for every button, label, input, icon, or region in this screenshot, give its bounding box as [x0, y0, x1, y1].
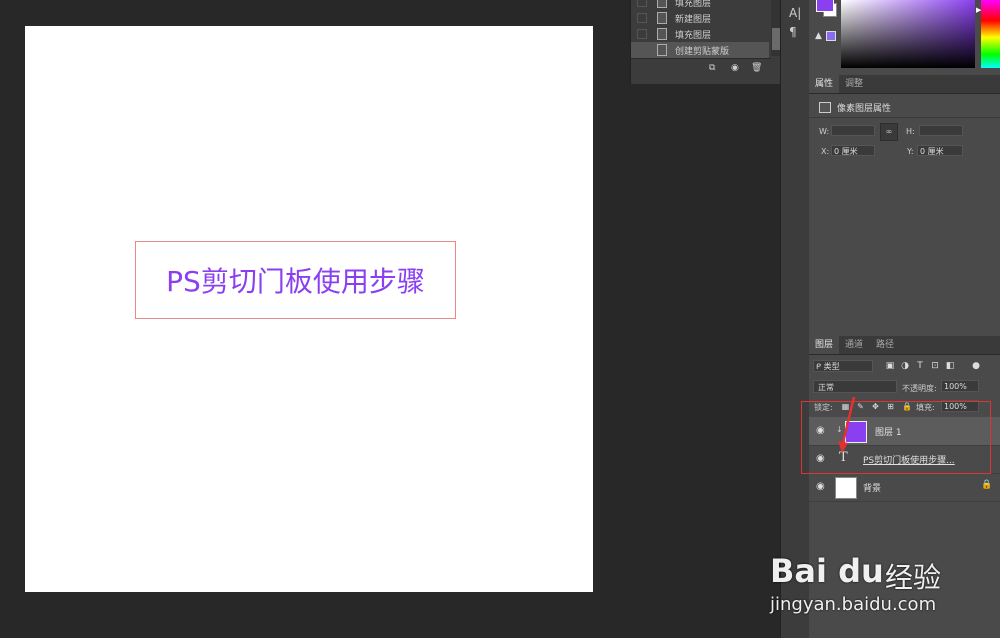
color-picker-field[interactable]	[841, 0, 975, 68]
gamut-warning-icon: ▲	[815, 31, 822, 41]
scroll-thumb[interactable]	[772, 28, 780, 50]
history-item-label: 创建剪贴蒙版	[675, 46, 730, 57]
shape-filter-icon[interactable]: ⊡	[930, 361, 940, 371]
lock-icon: 🔒	[981, 480, 993, 490]
link-icon[interactable]: ∞	[880, 123, 898, 141]
gamut-color-swatch[interactable]	[826, 31, 836, 41]
x-field[interactable]: 0 厘米	[831, 145, 875, 156]
history-checkbox[interactable]	[637, 45, 647, 55]
history-item[interactable]: 填充图层	[631, 26, 769, 42]
tab-adjustments[interactable]: 调整	[839, 75, 869, 93]
hue-slider[interactable]	[981, 0, 1000, 68]
history-item-label: 填充图层	[675, 30, 712, 41]
x-label: X:	[821, 147, 830, 156]
height-field[interactable]	[919, 125, 963, 136]
history-item[interactable]: 填充图层	[631, 0, 769, 10]
baidu-jingyan-text: 经验	[885, 561, 942, 594]
history-toolbar: ⧉ ◉ 🗑	[631, 58, 771, 77]
history-item-label: 新建图层	[675, 14, 712, 25]
pixel-filter-icon[interactable]: ▣	[885, 361, 895, 371]
opacity-field[interactable]: 100%	[941, 380, 979, 392]
smart-object-filter-icon[interactable]: ◧	[945, 361, 955, 371]
text-layer-content: PS剪切门板使用步骤	[166, 265, 425, 298]
blend-mode-select[interactable]: 正常	[813, 380, 897, 393]
height-label: H:	[906, 127, 915, 136]
tab-paths[interactable]: 路径	[870, 336, 900, 354]
tab-properties[interactable]: 属性	[809, 75, 840, 93]
document-icon	[657, 28, 667, 40]
history-checkbox[interactable]	[637, 0, 647, 7]
camera-icon[interactable]: ◉	[731, 63, 741, 73]
properties-tabbar: 属性 调整	[809, 75, 1000, 94]
filter-toggle-icon[interactable]: ●	[971, 361, 981, 371]
hue-marker-icon: ▶	[976, 6, 982, 14]
document-icon	[657, 0, 667, 8]
divider	[809, 117, 1000, 118]
right-panel: ▲ ▶ 属性 调整 像素图层属性 W: ∞ H: X: 0 厘米 Y: 0 厘米…	[809, 0, 1000, 638]
type-filter-icon[interactable]: T	[915, 361, 925, 371]
history-item-active[interactable]: 创建剪贴蒙版	[631, 42, 769, 58]
history-item[interactable]: 新建图层	[631, 10, 769, 26]
trash-icon[interactable]: 🗑	[751, 63, 762, 73]
layer-row-background[interactable]: ◉ 背景 🔒	[809, 473, 1000, 502]
baidu-url: jingyan.baidu.com	[770, 594, 937, 615]
text-layer-box[interactable]: PS剪切门板使用步骤	[135, 241, 456, 319]
width-field[interactable]	[831, 125, 875, 136]
document-icon	[657, 44, 667, 56]
annotation-arrow-icon	[838, 396, 856, 453]
pixel-layer-icon	[819, 102, 831, 113]
document-canvas[interactable]: PS剪切门板使用步骤	[25, 26, 593, 592]
visibility-eye-icon[interactable]: ◉	[816, 481, 825, 492]
width-label: W:	[819, 127, 830, 136]
paragraph-panel-icon[interactable]: ¶	[789, 25, 797, 39]
new-document-from-state-icon[interactable]: ⧉	[709, 63, 719, 73]
history-checkbox[interactable]	[637, 29, 647, 39]
color-panel: ▲ ▶	[809, 0, 1000, 74]
layer-filter-select[interactable]: ᑭ 类型	[813, 360, 873, 372]
document-icon	[657, 12, 667, 24]
y-label: Y:	[907, 147, 914, 156]
history-panel: 填充图层 新建图层 填充图层 创建剪贴蒙版 ⧉ ◉ 🗑	[630, 0, 781, 84]
y-field[interactable]: 0 厘米	[917, 145, 963, 156]
tab-channels[interactable]: 通道	[839, 336, 869, 354]
tab-layers[interactable]: 图层	[809, 336, 840, 354]
layer-thumbnail	[835, 477, 857, 499]
foreground-color-swatch[interactable]	[816, 0, 834, 12]
properties-title-text: 像素图层属性	[837, 104, 892, 114]
baidu-logo: Bai du	[770, 552, 884, 590]
history-item-label: 填充图层	[675, 0, 712, 9]
properties-title: 像素图层属性	[819, 101, 891, 114]
history-checkbox[interactable]	[637, 13, 647, 23]
layer-name: 背景	[863, 484, 882, 494]
character-panel-icon[interactable]: A|	[789, 6, 801, 20]
opacity-label: 不透明度:	[902, 384, 937, 393]
panel-icon-strip: A| ¶	[780, 0, 810, 638]
layers-tabbar: 图层 通道 路径	[809, 336, 1000, 355]
adjustment-filter-icon[interactable]: ◑	[900, 361, 910, 371]
